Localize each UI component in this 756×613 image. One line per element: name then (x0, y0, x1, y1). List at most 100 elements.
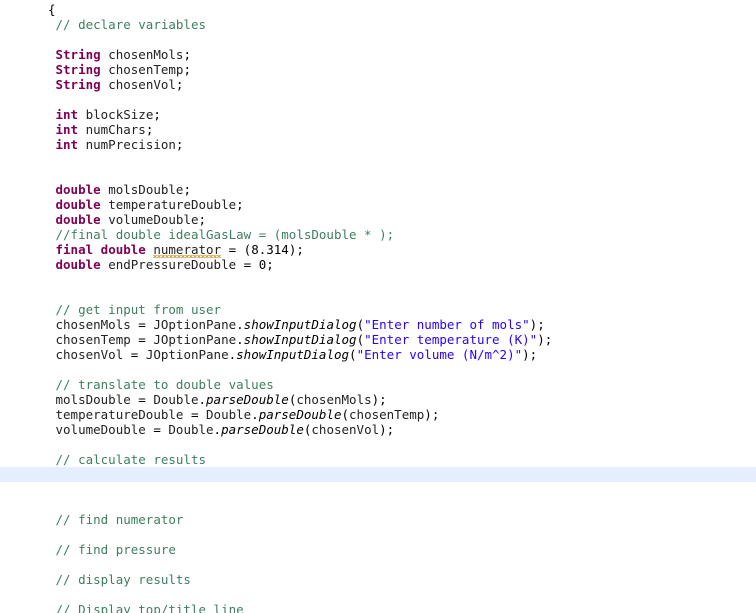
code-line[interactable]: // display results (0, 572, 756, 587)
code-token-id: chosenVol (108, 77, 176, 92)
code-token-pun: = (183, 407, 207, 422)
code-token-pun: ( (349, 347, 357, 362)
code-token-pun: = (236, 257, 259, 272)
code-line[interactable] (0, 32, 756, 47)
code-line[interactable]: // get input from user (0, 302, 756, 317)
code-token-id: molsDouble (108, 182, 184, 197)
code-token-pun: ); (379, 422, 395, 437)
code-line[interactable] (0, 167, 756, 182)
code-token-pun (93, 242, 101, 257)
code-line[interactable]: // Display top/title line (0, 602, 756, 613)
code-token-id: chosenTemp (349, 407, 425, 422)
code-line[interactable]: // find pressure (0, 542, 756, 557)
code-token-pun: ; (175, 77, 184, 92)
code-line[interactable]: String chosenMols; (0, 47, 756, 62)
code-line[interactable] (0, 467, 756, 482)
code-token-id: chosenMols (296, 392, 372, 407)
code-token-id: Double (153, 392, 199, 407)
code-line[interactable]: chosenMols = JOptionPane.showInputDialog… (0, 317, 756, 332)
code-token-kw: double (55, 212, 101, 227)
code-token-pun: = (130, 332, 154, 347)
code-token-pun: . (198, 392, 207, 407)
code-token-pun: { (48, 2, 56, 17)
code-line[interactable] (0, 272, 756, 287)
code-token-pun: ; (236, 197, 244, 212)
code-token-kw: int (55, 137, 79, 152)
code-token-kw: double (100, 242, 146, 257)
code-token-pun (78, 107, 86, 122)
code-token-id: chosenMols (55, 317, 131, 332)
code-token-id: volumeDouble (108, 212, 199, 227)
code-token-id: chosenVol (55, 347, 124, 362)
code-line[interactable] (0, 587, 756, 602)
code-token-id: molsDouble (55, 392, 131, 407)
code-line[interactable]: { (0, 2, 756, 17)
code-token-pun: ; (183, 182, 191, 197)
code-line[interactable]: // translate to double values (0, 377, 756, 392)
code-token-id: numerator (153, 242, 222, 257)
code-token-pun: ; (183, 47, 191, 62)
code-line[interactable]: int numChars; (0, 122, 756, 137)
code-token-pun: ); (522, 347, 538, 362)
code-token-kw: final (55, 242, 94, 257)
code-line[interactable]: //final double idealGasLaw = (molsDouble… (0, 227, 756, 242)
code-token-pun: ); (529, 317, 545, 332)
code-line[interactable]: double volumeDouble; (0, 212, 756, 227)
code-token-pun: = (123, 347, 146, 362)
code-token-cmt: // display results (55, 572, 191, 587)
code-token-pun: . (236, 317, 244, 332)
code-line[interactable]: String chosenTemp; (0, 62, 756, 77)
code-line[interactable]: chosenVol = JOptionPane.showInputDialog(… (0, 347, 756, 362)
code-token-pun (146, 242, 154, 257)
code-line[interactable] (0, 152, 756, 167)
code-token-kw: int (55, 122, 79, 137)
code-line[interactable]: temperatureDouble = Double.parseDouble(c… (0, 407, 756, 422)
code-content[interactable]: {// declare variables String chosenMols;… (0, 0, 756, 613)
code-line[interactable]: String chosenVol; (0, 77, 756, 92)
code-line[interactable]: molsDouble = Double.parseDouble(chosenMo… (0, 392, 756, 407)
code-token-cmt: // find numerator (55, 512, 184, 527)
code-line[interactable]: volumeDouble = Double.parseDouble(chosen… (0, 422, 756, 437)
code-line[interactable]: // declare variables (0, 17, 756, 32)
code-line[interactable] (0, 482, 756, 497)
code-token-kw: String (55, 77, 101, 92)
code-token-id: endPressureDouble (108, 257, 237, 272)
code-token-pun: ); (288, 242, 304, 257)
code-token-pun: ; (183, 62, 191, 77)
code-token-kw: String (55, 62, 101, 77)
code-line[interactable]: double temperatureDouble; (0, 197, 756, 212)
code-token-kw: double (55, 182, 101, 197)
code-token-pun: = (130, 392, 154, 407)
code-line[interactable]: int numPrecision; (0, 137, 756, 152)
code-token-id: temperatureDouble (55, 407, 184, 422)
code-line[interactable] (0, 437, 756, 452)
code-line[interactable] (0, 92, 756, 107)
code-token-kw: double (55, 197, 101, 212)
code-token-pun: . (228, 347, 237, 362)
code-token-str: "Enter volume (N/m^2)" (356, 347, 523, 362)
code-token-cmt: // get input from user (55, 302, 222, 317)
code-token-cmt: //final double idealGasLaw = (molsDouble… (55, 227, 395, 242)
code-line[interactable]: double endPressureDouble = 0; (0, 257, 756, 272)
code-line[interactable] (0, 287, 756, 302)
code-token-pun: = (145, 422, 169, 437)
code-token-pun: ( (341, 407, 350, 422)
code-token-id: chosenMols (108, 47, 184, 62)
code-line[interactable]: // find numerator (0, 512, 756, 527)
code-line[interactable]: // calculate results (0, 452, 756, 467)
code-token-pun: ; (175, 137, 184, 152)
code-token-num: 8.314 (251, 242, 289, 257)
code-line[interactable] (0, 497, 756, 512)
code-line[interactable]: chosenTemp = JOptionPane.showInputDialog… (0, 332, 756, 347)
code-token-id: numPrecision (85, 137, 176, 152)
code-token-mth: parseDouble (206, 392, 289, 407)
code-line[interactable] (0, 362, 756, 377)
code-line[interactable]: final double numerator = (8.314); (0, 242, 756, 258)
code-line[interactable] (0, 527, 756, 542)
code-token-id: Double (206, 407, 252, 422)
code-editor-pane[interactable]: {// declare variables String chosenMols;… (0, 0, 756, 613)
code-line[interactable] (0, 557, 756, 572)
code-line[interactable]: double molsDouble; (0, 182, 756, 197)
code-line[interactable]: int blockSize; (0, 107, 756, 122)
code-token-pun (78, 122, 86, 137)
